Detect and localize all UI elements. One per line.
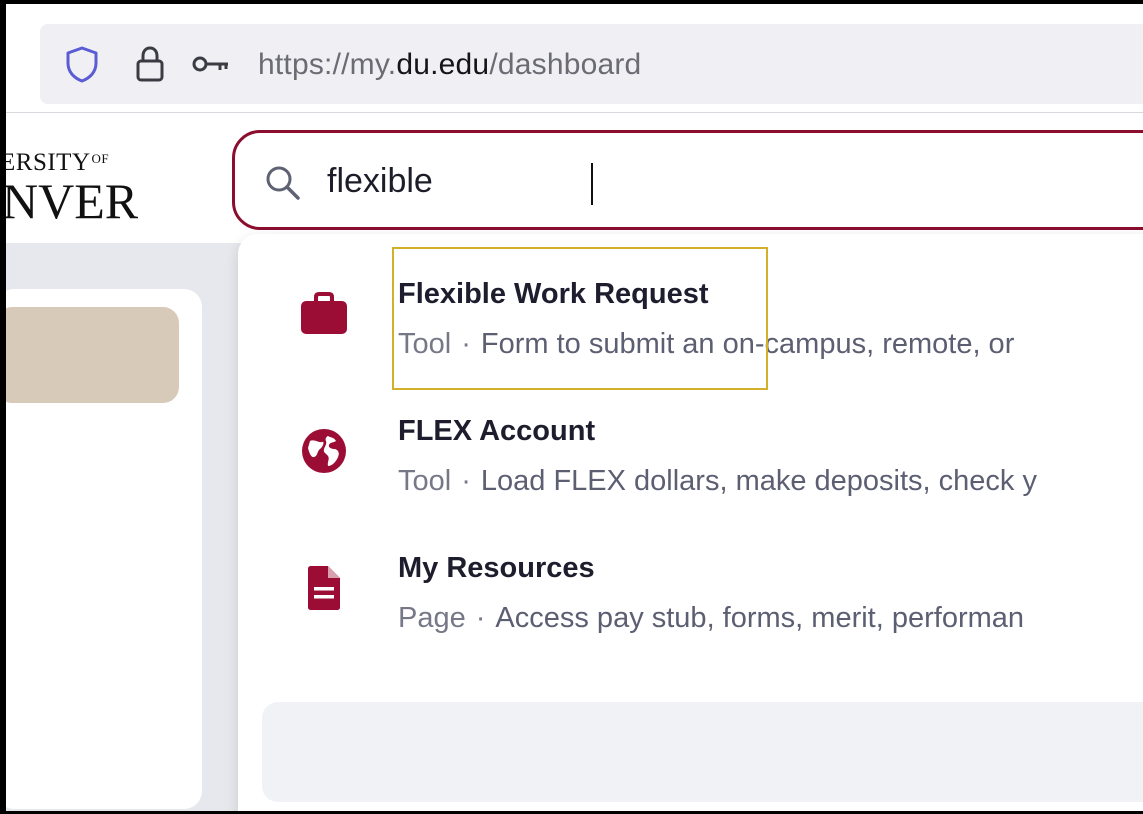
side-nav-item[interactable] (6, 307, 179, 403)
separator-dot: · (475, 602, 486, 634)
search-input[interactable] (327, 157, 1027, 205)
result-type: Tool (398, 465, 452, 497)
search-box[interactable] (232, 130, 1143, 230)
text-caret (591, 163, 593, 205)
browser-toolbar: https://my.du.edu/dashboard (6, 4, 1143, 113)
lock-icon[interactable] (130, 44, 170, 84)
url-text[interactable]: https://my.du.edu/dashboard (258, 48, 641, 82)
dropdown-footer[interactable] (262, 702, 1143, 802)
logo-university-text: ERSITY (0, 149, 91, 176)
page-header: ERSITYOF NVER (6, 113, 1143, 243)
search-results-dropdown: Flexible Work Request Tool · Form to submi… (238, 234, 1143, 811)
search-result-my-resources[interactable]: My Resources Page · Access pay stub, forms… (238, 508, 1143, 634)
result-title: FLEX Account (398, 415, 596, 447)
logo-of-text: OF (91, 151, 110, 166)
highlight-box (392, 247, 768, 390)
result-type: Page (398, 602, 466, 634)
url-prefix: https://my. (258, 48, 397, 81)
screen-frame: https://my.du.edu/dashboard ERSITYOF NVE… (0, 0, 1143, 814)
result-subtitle: Page · Access pay stub, forms, merit, perf… (398, 602, 1024, 635)
globe-icon (294, 423, 354, 479)
search-icon (266, 166, 300, 200)
result-title: My Resources (398, 552, 595, 584)
shield-icon[interactable] (62, 44, 102, 84)
logo-bottom-text[interactable]: NVER (6, 173, 138, 229)
result-description: Access pay stub, forms, merit, performan (495, 602, 1025, 634)
briefcase-icon (294, 286, 354, 342)
url-domain: du.edu (396, 48, 490, 81)
separator-dot: · (461, 465, 471, 497)
url-path: /dashboard (489, 48, 642, 81)
result-description: Load FLEX dollars, make deposits, check … (480, 465, 1037, 497)
key-icon[interactable] (192, 44, 232, 84)
url-bar[interactable]: https://my.du.edu/dashboard (40, 24, 1143, 104)
document-icon (294, 560, 354, 616)
result-subtitle: Tool · Load FLEX dollars, make deposits, c… (398, 465, 1037, 498)
